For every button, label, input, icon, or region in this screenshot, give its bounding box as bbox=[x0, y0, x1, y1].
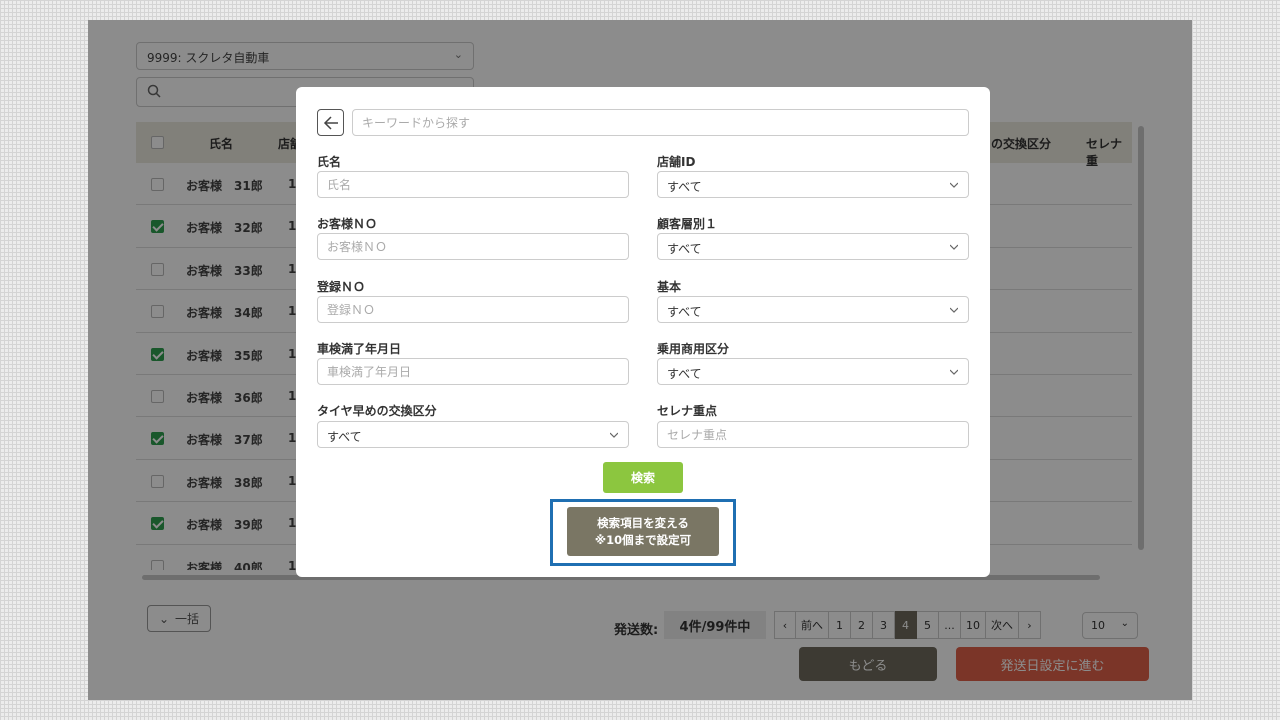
field-label-inspection-date: 車検満了年月日 bbox=[317, 342, 402, 356]
field-label-register-no: 登録ＮＯ bbox=[317, 280, 366, 294]
field-label-basic: 基本 bbox=[657, 280, 682, 294]
store-id-select-value: すべて bbox=[667, 180, 702, 194]
app-frame: 9999: スクレタ自動車 ⌄ 氏名 店舗 の交換区分 セレナ重 お客様 31郎… bbox=[88, 20, 1192, 700]
search-button[interactable]: 検索 bbox=[603, 462, 683, 493]
chevron-down-icon bbox=[610, 432, 618, 438]
tire-exchange-select[interactable]: すべて bbox=[317, 421, 629, 448]
change-fields-label: 検索項目を変える bbox=[597, 515, 689, 530]
field-label-serena: セレナ重点 bbox=[657, 404, 718, 418]
register-no-input[interactable] bbox=[317, 296, 629, 323]
usage-type-select-value: すべて bbox=[667, 367, 702, 381]
field-label-customer-no: お客様ＮＯ bbox=[317, 217, 378, 231]
modal-back-button[interactable] bbox=[317, 109, 344, 136]
search-modal: 氏名 店舗ID すべて お客様ＮＯ 顧客層別１ すべて 登録ＮＯ 基本 すべて … bbox=[296, 87, 990, 577]
change-search-fields-button[interactable]: 検索項目を変える ※10個まで設定可 bbox=[567, 507, 719, 556]
serena-input[interactable] bbox=[657, 421, 969, 448]
field-label-usage-type: 乗用商用区分 bbox=[657, 342, 730, 356]
arrow-left-icon bbox=[323, 115, 338, 130]
basic-select-value: すべて bbox=[667, 305, 702, 319]
chevron-down-icon bbox=[950, 369, 958, 375]
chevron-down-icon bbox=[950, 244, 958, 250]
name-input[interactable] bbox=[317, 171, 629, 198]
basic-select[interactable]: すべて bbox=[657, 296, 969, 323]
keyword-search-input[interactable] bbox=[352, 109, 969, 136]
customer-tier-select-value: すべて bbox=[667, 242, 702, 256]
field-label-store-id: 店舗ID bbox=[657, 155, 696, 169]
field-label-name: 氏名 bbox=[317, 155, 342, 169]
chevron-down-icon bbox=[950, 307, 958, 313]
chevron-down-icon bbox=[950, 182, 958, 188]
customer-no-input[interactable] bbox=[317, 233, 629, 260]
change-fields-note: ※10個まで設定可 bbox=[594, 532, 692, 547]
field-label-customer-tier: 顧客層別１ bbox=[657, 217, 718, 231]
field-label-tire-exchange: タイヤ早めの交換区分 bbox=[317, 404, 437, 418]
usage-type-select[interactable]: すべて bbox=[657, 358, 969, 385]
tire-exchange-select-value: すべて bbox=[327, 430, 362, 444]
store-id-select[interactable]: すべて bbox=[657, 171, 969, 198]
customer-tier-select[interactable]: すべて bbox=[657, 233, 969, 260]
inspection-date-input[interactable] bbox=[317, 358, 629, 385]
